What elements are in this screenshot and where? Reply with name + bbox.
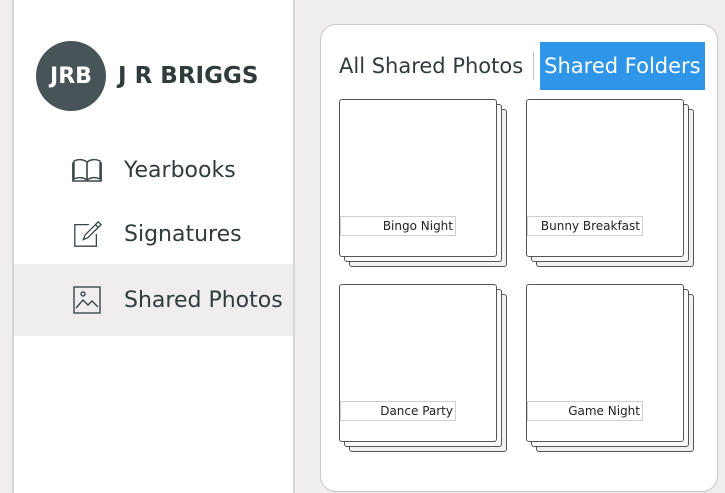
- tab-shared-folders[interactable]: Shared Folders: [540, 42, 705, 90]
- book-icon: [72, 155, 102, 185]
- folder-cover: Bunny Breakfast: [526, 99, 684, 257]
- pen-icon: [72, 219, 102, 249]
- sidebar-item-label: Shared Photos: [124, 287, 283, 313]
- sidebar-item-signatures[interactable]: Signatures: [14, 202, 293, 266]
- sidebar-item-yearbooks[interactable]: Yearbooks: [14, 138, 293, 202]
- folder-card[interactable]: Bunny Breakfast: [526, 99, 694, 267]
- folder-name: Game Night: [527, 401, 643, 421]
- folder-card[interactable]: Game Night: [526, 284, 694, 452]
- sidebar-item-label: Yearbooks: [124, 157, 236, 183]
- folder-cover: Game Night: [526, 284, 684, 442]
- user-name: J R BRIGGS: [118, 63, 259, 89]
- sidebar-item-shared-photos[interactable]: Shared Photos: [14, 264, 293, 336]
- folder-name: Dance Party: [340, 401, 456, 421]
- folder-cover: Dance Party: [339, 284, 497, 442]
- folder-name: Bunny Breakfast: [527, 216, 643, 236]
- folder-card[interactable]: Dance Party: [339, 284, 507, 452]
- tab-all-shared-photos[interactable]: All Shared Photos: [335, 42, 527, 90]
- sidebar-item-label: Signatures: [124, 221, 242, 247]
- folder-card[interactable]: Bingo Night: [339, 99, 507, 267]
- avatar[interactable]: JRB: [36, 41, 106, 111]
- tab-bar: All Shared Photos Shared Folders: [335, 42, 705, 90]
- shared-folders-panel: All Shared Photos Shared Folders Bingo N…: [320, 24, 718, 492]
- folder-cover: Bingo Night: [339, 99, 497, 257]
- sidebar: JRB J R BRIGGS Yearbooks Signatures Shar…: [12, 0, 295, 493]
- tab-divider: [533, 52, 535, 80]
- profile: JRB J R BRIGGS: [36, 41, 258, 111]
- folder-name: Bingo Night: [340, 216, 456, 236]
- image-icon: [72, 285, 102, 315]
